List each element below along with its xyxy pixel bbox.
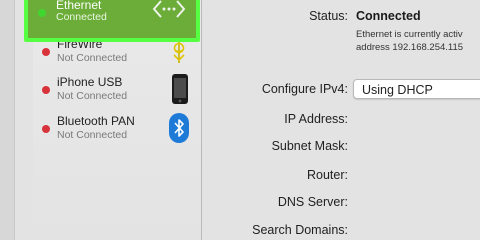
configure-ipv4-label: Configure IPv4: <box>261 82 348 96</box>
sidebar-item-status: Not Connected <box>57 90 128 102</box>
sidebar-item-label: Bluetooth PAN <box>57 114 135 128</box>
sidebar-item-ethernet[interactable]: Ethernet Connected <box>24 0 200 42</box>
status-dot <box>42 125 50 133</box>
sidebar-item-firewire[interactable]: FireWire Not Connected <box>33 37 201 75</box>
sidebar-item-status: Not Connected <box>57 129 128 141</box>
status-dot <box>42 86 50 94</box>
sidebar-item-bluetooth-pan[interactable]: Bluetooth PAN Not Connected <box>33 113 201 152</box>
network-detail-panel: Status: Connected Ethernet is currently … <box>202 0 480 240</box>
dns-server-label: DNS Server: <box>277 195 348 209</box>
status-description: Ethernet is currently activ address 192.… <box>356 28 480 54</box>
configure-ipv4-select[interactable]: Using DHCP <box>353 79 480 99</box>
firewire-icon <box>169 39 189 70</box>
ethernet-arrows-icon <box>152 0 186 25</box>
bluetooth-icon <box>169 113 189 148</box>
status-dot <box>38 9 46 17</box>
search-domains-label: Search Domains: <box>252 223 348 237</box>
sidebar-item-status: Not Connected <box>57 52 128 64</box>
window-edge <box>0 0 15 240</box>
subnet-mask-label: Subnet Mask: <box>271 139 348 153</box>
status-dot <box>42 48 50 56</box>
ip-address-label: IP Address: <box>284 112 348 126</box>
router-label: Router: <box>307 168 348 182</box>
status-description-line: Ethernet is currently activ <box>356 29 463 40</box>
status-value: Connected <box>356 9 421 23</box>
sidebar-item-label: iPhone USB <box>57 75 123 89</box>
sidebar-item-status: Connected <box>56 11 107 23</box>
iphone-icon <box>171 73 189 110</box>
status-description-line: address 192.168.254.115 <box>356 42 464 53</box>
status-label: Status: <box>309 9 348 23</box>
sidebar-item-iphone-usb[interactable]: iPhone USB Not Connected <box>33 73 201 113</box>
